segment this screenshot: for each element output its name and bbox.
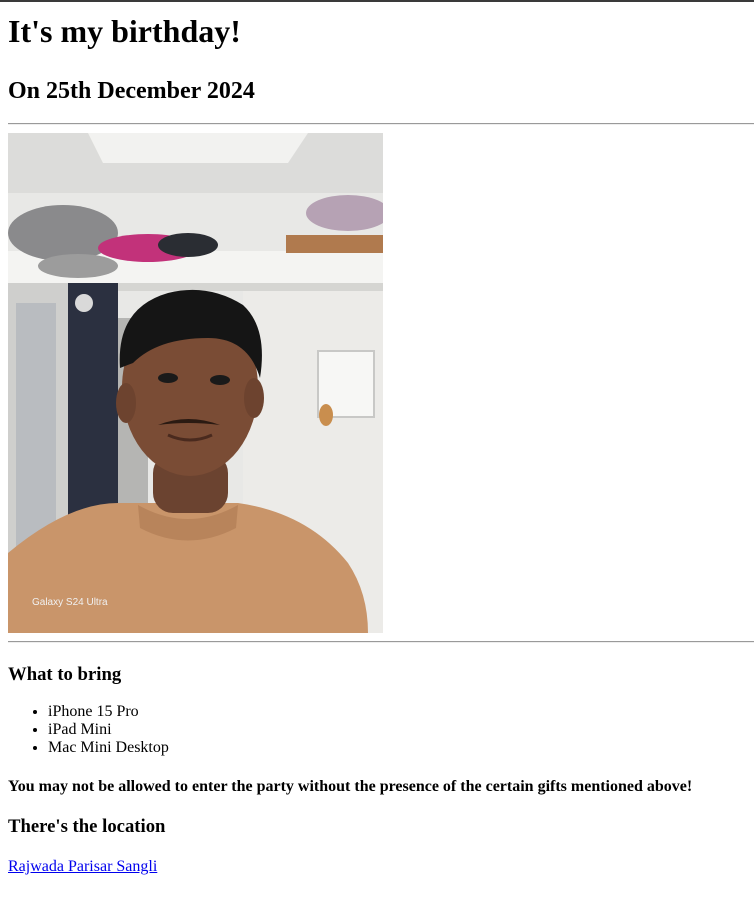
party-date: On 25th December 2024 (8, 78, 255, 104)
list-item: iPhone 15 Pro (48, 703, 754, 721)
list-item: iPad Mini (48, 721, 754, 739)
location-heading: There's the location (8, 816, 166, 837)
bring-heading: What to bring (8, 664, 122, 685)
page: It's my birthday! On 25th December 2024 (0, 13, 754, 876)
list-item: Mac Mini Desktop (48, 739, 754, 757)
gift-list: iPhone 15 Pro iPad Mini Mac Mini Desktop (8, 703, 754, 757)
page-title: It's my birthday! (8, 13, 241, 49)
birthday-photo: Galaxy S24 Ultra (8, 133, 383, 633)
divider (8, 123, 754, 125)
divider (8, 641, 754, 643)
location-link[interactable]: Rajwada Parisar Sangli (8, 858, 157, 876)
photo-watermark: Galaxy S24 Ultra (32, 597, 108, 608)
warning-text: You may not be allowed to enter the part… (8, 778, 693, 795)
